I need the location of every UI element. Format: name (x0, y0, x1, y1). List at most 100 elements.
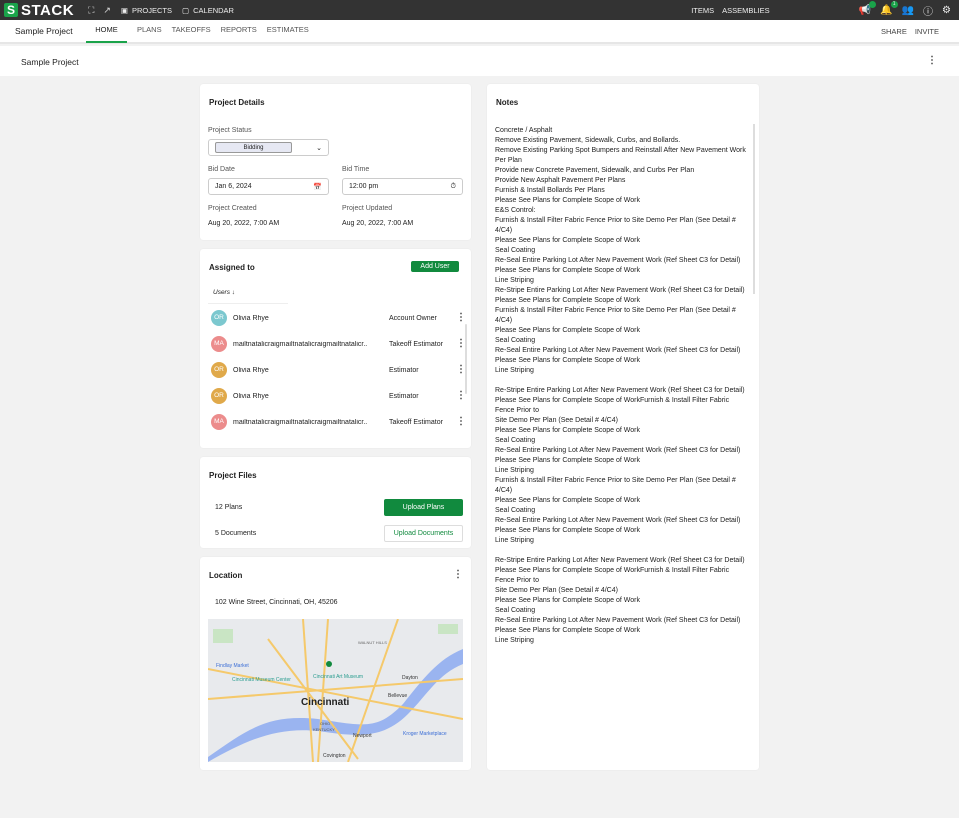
notes-card: Notes Concrete / Asphalt Remove Existing… (487, 84, 759, 770)
plans-count[interactable]: 12 Plans (215, 504, 242, 511)
user-name: Olivia Rhye (233, 366, 269, 374)
card-title: Project Files (209, 471, 257, 480)
created-label: Project Created (208, 205, 257, 212)
status-label: Project Status (208, 127, 252, 134)
upload-documents-button[interactable]: Upload Documents (384, 525, 463, 542)
user-name: mailtnatalicraigmailtnatalicraigmailtnat… (233, 418, 368, 426)
clock-icon[interactable]: ⏱ (451, 183, 456, 191)
map-park (438, 624, 458, 634)
created-value: Aug 20, 2022, 7:00 AM (208, 220, 280, 227)
user-role: Estimator (389, 392, 419, 400)
user-name: mailtnatalicraigmailtnatalicraigmailtnat… (233, 340, 368, 348)
project-name: Sample Project (15, 26, 73, 36)
notes-text[interactable]: Concrete / Asphalt Remove Existing Pavem… (495, 126, 750, 646)
nav-items[interactable]: ITEMS (691, 6, 714, 15)
card-title: Assigned to (209, 263, 255, 272)
announcement-dot (869, 0, 877, 8)
users-scrollbar[interactable] (465, 324, 467, 394)
avatar: MA (211, 414, 227, 430)
arrow-down-icon: ↓ (231, 289, 236, 296)
projects-label: PROJECTS (132, 5, 173, 15)
avatar: MA (211, 336, 227, 352)
tab-takeoffs[interactable]: TAKEOFFS (167, 19, 216, 43)
status-select[interactable]: Bidding ⌄ (208, 139, 329, 156)
map-label: Kroger Marketplace (403, 731, 447, 737)
nav-calendar[interactable]: ▢ CALENDAR (182, 6, 234, 15)
help-icon[interactable]: ⓘ (923, 3, 933, 18)
bid-date-label: Bid Date (208, 166, 235, 173)
user-settings-icon[interactable]: ⚙ (942, 5, 951, 16)
nav-assemblies[interactable]: ASSEMBLIES (722, 6, 770, 15)
location-pin (326, 661, 332, 667)
user-role: Takeoff Estimator (389, 418, 443, 426)
notes-scrollbar[interactable] (753, 124, 755, 294)
location-more-icon[interactable]: ⋮ (453, 570, 463, 580)
bid-time-input[interactable]: 12:00 pm ⏱ (342, 178, 463, 195)
users-header-label: Users (213, 289, 230, 296)
user-more-icon[interactable]: ⋮ (456, 313, 466, 323)
user-role: Takeoff Estimator (389, 340, 443, 348)
avatar: OR (211, 388, 227, 404)
upload-plans-button[interactable]: Upload Plans (384, 499, 463, 516)
map-label: Findlay Market (216, 663, 249, 669)
calendar-icon[interactable]: 📅 (313, 183, 322, 191)
assigned-card: Assigned to Add User Users ↓ OR Olivia R… (200, 249, 471, 448)
tab-plans[interactable]: PLANS (132, 19, 167, 43)
calendar-icon: ▢ (182, 5, 190, 15)
card-title: Location (209, 571, 243, 580)
map-label: Cincinnati (301, 697, 350, 708)
user-more-icon[interactable]: ⋮ (456, 417, 466, 427)
user-row: MA mailtnatalicraigmailtnatalicraigmailt… (211, 412, 466, 432)
team-icon[interactable]: 👥 (902, 5, 914, 16)
user-row: OR Olivia Rhye Estimator ⋮ (211, 360, 466, 380)
users-column-header[interactable]: Users ↓ (208, 289, 288, 304)
tab-estimates[interactable]: ESTIMATES (262, 19, 314, 43)
page-more-icon[interactable]: ⋮ (927, 56, 937, 66)
user-role: Estimator (389, 366, 419, 374)
add-user-button[interactable]: Add User (411, 261, 459, 272)
page-header: Sample Project ⋮ (0, 46, 959, 76)
chevron-down-icon: ⌄ (316, 144, 322, 152)
map-label: Bellevue (388, 693, 407, 699)
bid-time-value: 12:00 pm (349, 183, 379, 190)
avatar: OR (211, 310, 227, 326)
notification-count: 1 (890, 0, 898, 8)
user-row: MA mailtnatalicraigmailtnatalicraigmailt… (211, 334, 466, 354)
invite-button[interactable]: INVITE (915, 27, 939, 36)
project-nav: Sample Project HOME PLANS TAKEOFFS REPOR… (0, 20, 959, 44)
nav-projects[interactable]: ▣ PROJECTS (121, 6, 172, 15)
bid-date-value: Jan 6, 2024 (215, 183, 252, 190)
updated-label: Project Updated (342, 205, 393, 212)
location-card: Location ⋮ 102 Wine Street, Cincinnati, … (200, 557, 471, 770)
announcement-icon[interactable]: 📢 (859, 0, 877, 16)
address: 102 Wine Street, Cincinnati, OH, 45206 (215, 599, 338, 606)
external-link-icon[interactable]: ↗ (103, 5, 111, 16)
map-label: OHIO (320, 721, 330, 726)
project-files-card: Project Files 12 Plans Upload Plans 5 Do… (200, 457, 471, 548)
tab-reports[interactable]: REPORTS (216, 19, 262, 43)
map-label: Newport (353, 733, 372, 739)
calendar-label: CALENDAR (193, 5, 234, 15)
updated-value: Aug 20, 2022, 7:00 AM (342, 220, 414, 227)
bell-icon[interactable]: 🔔 1 (880, 0, 898, 16)
briefcase-icon: ▣ (120, 5, 129, 15)
map-label: Cincinnati Art Museum (313, 674, 363, 680)
location-map[interactable]: Cincinnati Findlay Market Cincinnati Art… (208, 619, 463, 762)
map-label: Dayton (402, 675, 418, 681)
user-name: Olivia Rhye (233, 392, 269, 400)
user-role: Account Owner (389, 314, 437, 322)
card-title: Notes (496, 98, 519, 107)
tab-home[interactable]: HOME (86, 19, 127, 43)
avatar: OR (211, 362, 227, 378)
documents-count[interactable]: 5 Documents (215, 530, 256, 537)
stack-logo[interactable]: S STACK (4, 2, 74, 19)
fullscreen-icon[interactable]: ⛶ (88, 5, 94, 16)
share-button[interactable]: SHARE (881, 27, 907, 36)
bid-date-input[interactable]: Jan 6, 2024 📅 (208, 178, 329, 195)
logo-icon: S (4, 3, 18, 17)
card-title: Project Details (209, 98, 265, 107)
brand-name: STACK (21, 1, 75, 19)
map-label: WALNUT HILLS (358, 640, 387, 645)
map-label: Cincinnati Museum Center (232, 677, 291, 683)
user-name: Olivia Rhye (233, 314, 269, 322)
